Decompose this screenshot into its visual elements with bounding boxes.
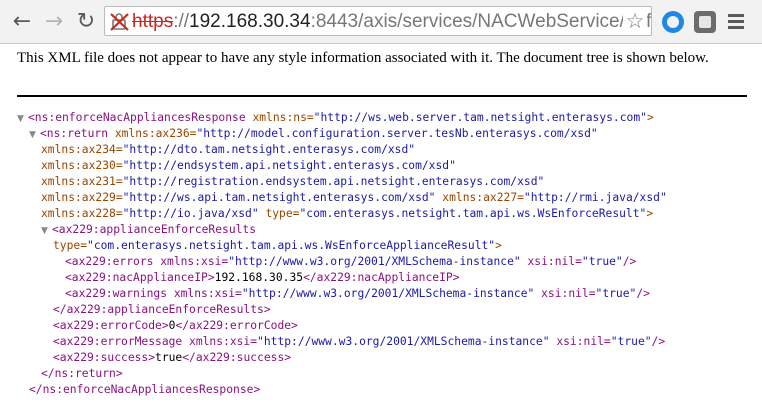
xml-success-open: <ax229:success> <box>53 351 156 364</box>
star-icon[interactable]: ☆ <box>623 9 647 33</box>
xml-line-errormessage: <ax229:errorMessage xmlns:xsi="http://ww… <box>53 334 665 350</box>
xml-root-close: </ns:enforceNacAppliancesResponse> <box>29 383 261 396</box>
xml-line-attr: xmlns:ax230="http://endsystem.api.netsig… <box>41 158 456 174</box>
url-host: 192.168.30.34 <box>189 11 311 32</box>
url-separator: :// <box>173 11 190 32</box>
xml-line-attr: xmlns:ax234="http://dto.tam.netsight.ent… <box>41 142 415 158</box>
xml-results-tag: <ax229:applianceEnforceResults <box>52 223 257 236</box>
xml-return-attr: xmlns:ax228="http://io.java/xsd" type="c… <box>41 207 654 220</box>
xml-results-attr: type="com.enterasys.netsight.tam.api.ws.… <box>53 239 502 252</box>
url-text: https://192.168.30.34:8443/axis/services… <box>132 10 652 34</box>
xml-line-ip: <ax229:nacApplianceIP>192.168.30.35</ax2… <box>65 270 460 286</box>
collapse-triangle-icon[interactable]: ▼ <box>41 223 52 239</box>
reload-icon[interactable]: ↻ <box>72 7 100 35</box>
url-path: :8443/axis/services/NACWebService/enforc… <box>310 11 652 32</box>
xml-warnings-element: <ax229:warnings xmlns:xsi="http://www.w3… <box>65 287 650 300</box>
collapse-triangle-icon[interactable]: ▼ <box>17 111 28 127</box>
xml-line-errorcode: <ax229:errorCode>0</ax229:errorCode> <box>53 318 298 334</box>
xml-results-close: </ax229:applianceEnforceResults> <box>53 303 271 316</box>
xml-return-attr: xmlns:ax229="http://ws.api.tam.netsight.… <box>41 191 667 204</box>
browser-toolbar: ← → ↻ https://192.168.30.34:8443/axis/se… <box>0 0 762 44</box>
notice-divider <box>17 95 747 97</box>
xml-line-results-open: ▼ <ax229:applianceEnforceResults <box>41 222 256 238</box>
forward-arrow-icon[interactable]: → <box>40 7 68 35</box>
hamburger-menu-icon[interactable] <box>728 12 744 32</box>
back-arrow-icon[interactable]: ← <box>8 7 36 35</box>
xml-line-root-open: ▼ <ns:enforceNacAppliancesResponse xmlns:… <box>17 110 654 126</box>
opera-extension-icon[interactable] <box>662 11 684 33</box>
xml-return-attr: xmlns:ax231="http://registration.endsyst… <box>41 175 545 188</box>
xml-success-value: true <box>155 351 183 364</box>
xml-errors-element: <ax229:errors xmlns:xsi="http://www.w3.o… <box>65 255 637 268</box>
xml-errormessage-element: <ax229:errorMessage xmlns:xsi="http://ww… <box>53 335 666 348</box>
xml-line-results-close: </ax229:applianceEnforceResults> <box>53 302 271 318</box>
xml-errorcode-close: </ax229:errorCode> <box>175 319 298 332</box>
xml-line-attr: xmlns:ax228="http://io.java/xsd" type="c… <box>41 206 653 222</box>
xml-line-root-close: </ns:enforceNacAppliancesResponse> <box>29 382 260 398</box>
xml-return-attr: xmlns:ax230="http://endsystem.api.netsig… <box>41 159 456 172</box>
collapse-triangle-icon[interactable]: ▼ <box>29 127 40 143</box>
xml-ip-open: <ax229:nacApplianceIP> <box>65 271 215 284</box>
xml-ip-close: </ax229:nacApplianceIP> <box>303 271 460 284</box>
xml-success-close: </ax229:success> <box>182 351 292 364</box>
xml-return-close: </ns:return> <box>41 367 123 380</box>
xml-line-attr: xmlns:ax229="http://ws.api.tam.netsight.… <box>41 190 667 206</box>
xml-ip-value: 192.168.30.35 <box>214 271 304 284</box>
xml-line-attr: xmlns:ax231="http://registration.endsyst… <box>41 174 544 190</box>
xml-root-tag: <ns:enforceNacAppliancesResponse <box>28 111 246 124</box>
address-bar[interactable]: https://192.168.30.34:8443/axis/services… <box>104 6 652 36</box>
xml-root-attrs: xmlns:ns="http://ws.web.server.tam.netsi… <box>245 111 654 124</box>
xml-line-attr: type="com.enterasys.netsight.tam.api.ws.… <box>53 238 502 254</box>
xml-return-tag: <ns:return <box>40 127 109 140</box>
xml-style-notice: This XML file does not appear to have an… <box>17 50 709 66</box>
xml-line-warnings: <ax229:warnings xmlns:xsi="http://www.w3… <box>65 286 650 302</box>
broken-lock-icon[interactable] <box>109 10 131 32</box>
square-extension-icon[interactable] <box>694 11 716 33</box>
xml-return-attr: xmlns:ax234="http://dto.tam.netsight.ent… <box>41 143 416 156</box>
xml-errorcode-open: <ax229:errorCode> <box>53 319 169 332</box>
xml-line-errors: <ax229:errors xmlns:xsi="http://www.w3.o… <box>65 254 636 270</box>
xml-line-success: <ax229:success>true</ax229:success> <box>53 350 291 366</box>
xml-line-return-close: </ns:return> <box>41 366 123 382</box>
url-scheme: https <box>132 11 174 32</box>
xml-return-attr: xmlns:ax236="http://model.configuration.… <box>108 127 598 140</box>
xml-line-return-open: ▼ <ns:return xmlns:ax236="http://model.co… <box>29 126 598 142</box>
